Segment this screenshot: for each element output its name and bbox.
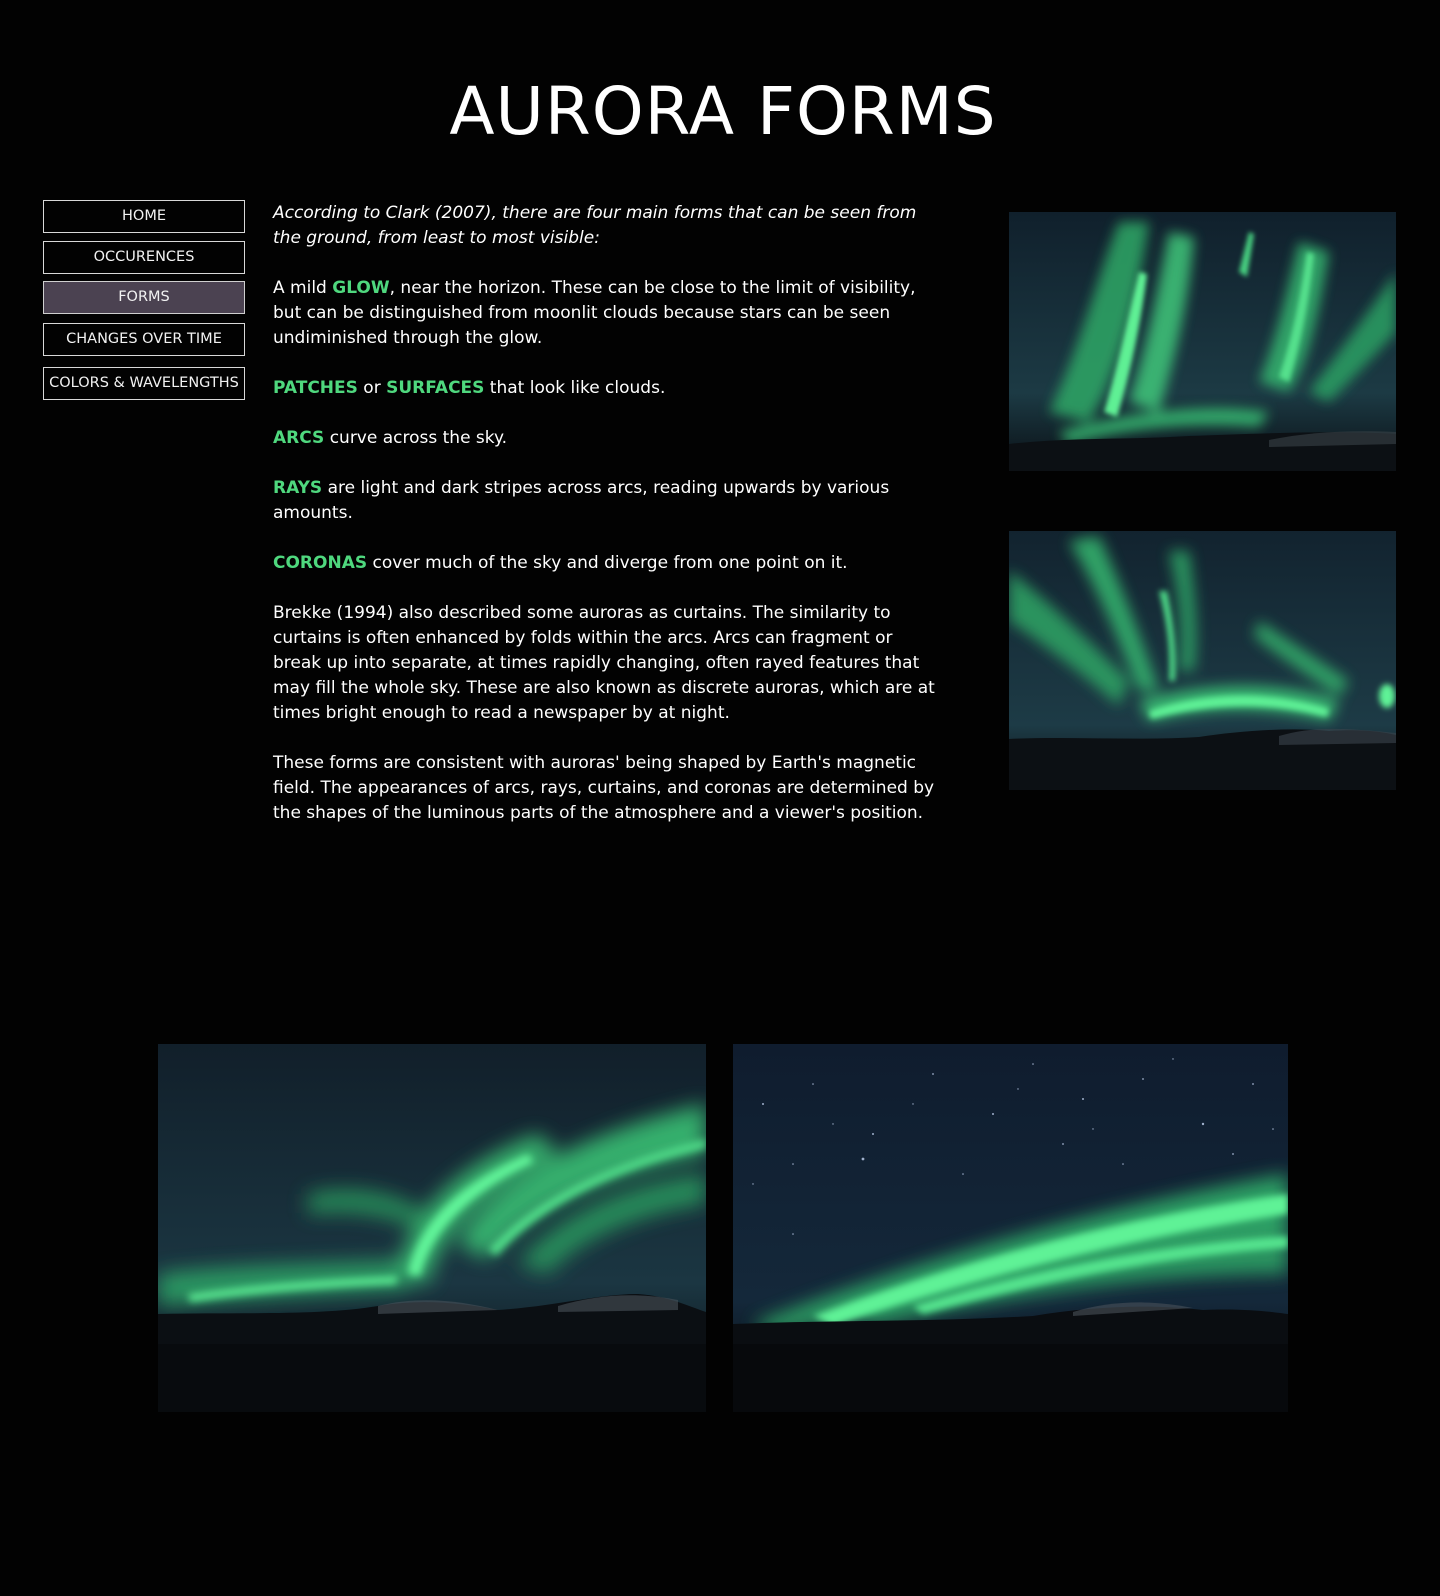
aurora-photo-arc [733, 1044, 1288, 1412]
patches-text-mid: or [357, 378, 387, 398]
term-surfaces: SURFACES [386, 378, 485, 398]
coronas-paragraph: CORONAS cover much of the sky and diverg… [273, 551, 941, 576]
glow-paragraph: A mild GLOW, near the horizon. These can… [273, 276, 941, 351]
intro-paragraph: According to Clark (2007), there are fou… [273, 203, 917, 248]
nav-item-colors-wavelengths[interactable]: COLORS & WAVELENGTHS [43, 367, 245, 400]
glow-text-before: A mild [273, 278, 333, 298]
nav-item-changes-over-time[interactable]: CHANGES OVER TIME [43, 323, 245, 356]
consistent-paragraph: These forms are consistent with auroras'… [273, 753, 935, 823]
nav-item-home[interactable]: HOME [43, 200, 245, 233]
nav-item-forms[interactable]: FORMS [43, 281, 245, 314]
rays-paragraph: RAYS are light and dark stripes across a… [273, 476, 941, 526]
article-body: According to Clark (2007), there are fou… [273, 201, 941, 851]
arcs-text-after: curve across the sky. [324, 428, 508, 448]
aurora-photo-swirl [158, 1044, 706, 1412]
arcs-paragraph: ARCS curve across the sky. [273, 426, 941, 451]
term-glow: GLOW [332, 278, 390, 298]
page: AURORA FORMS HOME OCCURENCES FORMS CHANG… [0, 0, 1440, 1596]
coronas-text-after: cover much of the sky and diverge from o… [367, 553, 848, 573]
aurora-photo-rays [1009, 212, 1396, 471]
aurora-photo-curtains [1009, 531, 1396, 790]
patches-paragraph: PATCHES or SURFACES that look like cloud… [273, 376, 941, 401]
term-arcs: ARCS [273, 428, 325, 448]
patches-text-after: that look like clouds. [484, 378, 666, 398]
rays-text-after: are light and dark stripes across arcs, … [273, 478, 890, 523]
page-title: AURORA FORMS [449, 73, 997, 150]
term-rays: RAYS [273, 478, 323, 498]
brekke-paragraph: Brekke (1994) also described some aurora… [273, 603, 935, 723]
term-patches: PATCHES [273, 378, 358, 398]
nav-item-occurences[interactable]: OCCURENCES [43, 241, 245, 274]
term-coronas: CORONAS [273, 553, 368, 573]
